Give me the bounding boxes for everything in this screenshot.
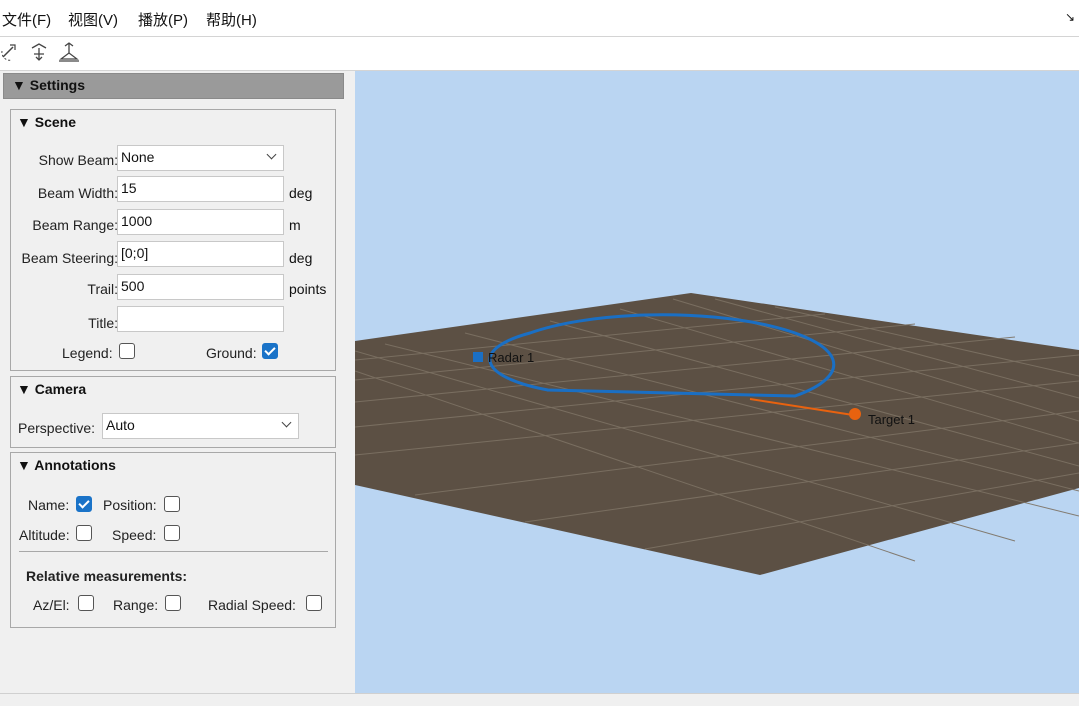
perspective-value: Auto (106, 417, 135, 433)
relative-measurements-title: Relative measurements: (26, 568, 188, 584)
menu-bar: 文件(F) 视图(V) 播放(P) 帮助(H) ↘ (0, 0, 1079, 37)
scene-title[interactable]: ▼ Scene (17, 114, 76, 130)
perspective-label: Perspective: (18, 420, 96, 436)
radar-marker[interactable] (473, 352, 483, 362)
altitude-label: Altitude: (19, 527, 70, 543)
name-checkbox[interactable] (76, 496, 92, 512)
show-beam-select[interactable]: None (117, 145, 284, 171)
annotations-divider (19, 551, 328, 552)
azel-label: Az/El: (33, 597, 70, 613)
scene-group: ▼ Scene Show Beam: None Beam Width: 15 d… (10, 109, 336, 371)
target-marker[interactable] (849, 408, 861, 420)
pan-tool-icon[interactable] (28, 41, 50, 63)
scene-viewport[interactable]: Radar 1 Target 1 (355, 71, 1079, 693)
azel-checkbox[interactable] (78, 595, 94, 611)
settings-header[interactable]: ▼ Settings (3, 73, 344, 99)
name-label: Name: (28, 497, 70, 513)
status-bar (0, 693, 1079, 706)
beam-steering-label: Beam Steering: (21, 250, 119, 266)
speed-label: Speed: (112, 527, 157, 543)
target-label: Target 1 (868, 412, 915, 427)
settings-panel: ▼ Settings ▼ Scene Show Beam: None Beam … (3, 71, 344, 691)
settings-title: ▼ Settings (12, 77, 85, 93)
toolbar (0, 37, 1079, 71)
annotations-group: ▼ Annotations Name: Position: Altitude: … (10, 452, 336, 628)
beam-range-input[interactable]: 1000 (117, 209, 284, 235)
radial-speed-label: Radial Speed: (208, 597, 296, 613)
annotations-title[interactable]: ▼ Annotations (17, 457, 116, 473)
speed-checkbox[interactable] (164, 525, 180, 541)
position-label: Position: (103, 497, 157, 513)
range-checkbox[interactable] (165, 595, 181, 611)
beam-width-label: Beam Width: (37, 185, 118, 201)
altitude-checkbox[interactable] (76, 525, 92, 541)
chevron-down-icon (266, 149, 277, 160)
ground-checkbox[interactable] (262, 343, 278, 359)
range-label: Range: (113, 597, 159, 613)
show-beam-value: None (121, 149, 155, 165)
beam-width-input[interactable]: 15 (117, 176, 284, 202)
menu-play[interactable]: 播放(P) (138, 9, 188, 30)
beam-steering-input[interactable]: [0;0] (117, 241, 284, 267)
scene-canvas[interactable]: Radar 1 Target 1 (355, 71, 1079, 693)
menu-collapse-icon[interactable]: ↘ (1065, 10, 1075, 24)
chevron-down-icon (281, 417, 292, 428)
trail-label: Trail: (87, 281, 118, 297)
reset-view-icon[interactable] (58, 41, 80, 63)
menu-help[interactable]: 帮助(H) (206, 9, 257, 30)
title-input[interactable] (117, 306, 284, 332)
title-label: Title: (88, 315, 118, 331)
radial-speed-checkbox[interactable] (306, 595, 322, 611)
position-checkbox[interactable] (164, 496, 180, 512)
beam-range-label: Beam Range: (32, 217, 118, 233)
radar-label: Radar 1 (488, 350, 534, 365)
show-beam-label: Show Beam: (38, 152, 118, 168)
menu-file[interactable]: 文件(F) (2, 9, 51, 30)
rotate-tool-icon[interactable] (0, 41, 22, 63)
menu-view[interactable]: 视图(V) (68, 9, 118, 30)
trail-input[interactable]: 500 (117, 274, 284, 300)
perspective-select[interactable]: Auto (102, 413, 299, 439)
camera-title[interactable]: ▼ Camera (17, 381, 86, 397)
ground-label: Ground: (206, 345, 257, 361)
legend-label: Legend: (62, 345, 113, 361)
legend-checkbox[interactable] (119, 343, 135, 359)
beam-range-unit: m (289, 217, 301, 233)
ground-plane (355, 293, 1079, 575)
beam-steering-unit: deg (289, 250, 313, 266)
beam-width-unit: deg (289, 185, 313, 201)
trail-unit: points (289, 281, 327, 297)
camera-group: ▼ Camera Perspective: Auto (10, 376, 336, 448)
